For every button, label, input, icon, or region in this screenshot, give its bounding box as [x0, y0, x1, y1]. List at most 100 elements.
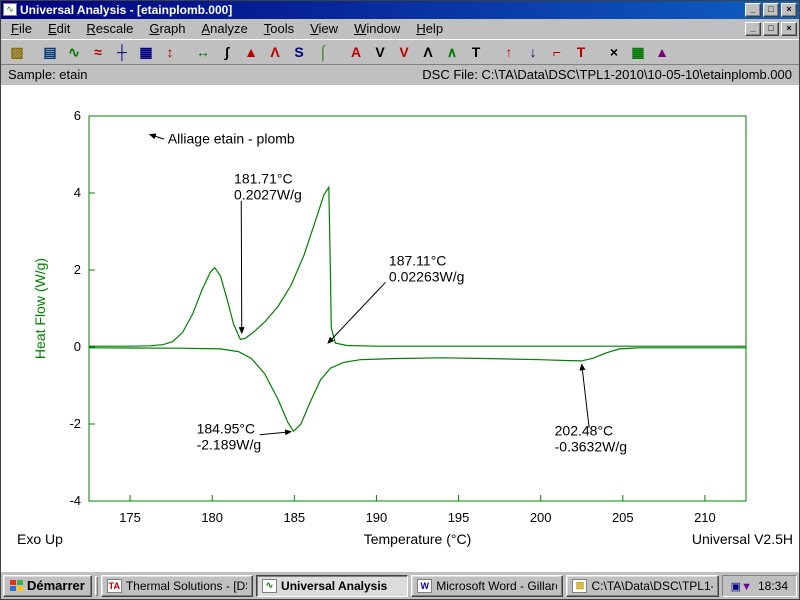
version-label: Universal V2.5H: [692, 531, 793, 547]
toolbar-signal-up-icon[interactable]: ↑: [497, 41, 521, 62]
x-tick-label: 205: [612, 510, 634, 525]
menu-item-view[interactable]: View: [302, 19, 346, 39]
menu-item-tools[interactable]: Tools: [256, 19, 302, 39]
toolbar-integrate-peak-icon[interactable]: ∫: [215, 41, 239, 62]
toolbar-overlay-curves-icon[interactable]: ∿: [62, 41, 86, 62]
rescale-full-icon: ┼: [117, 43, 127, 60]
overlay-curves-icon: ∿: [68, 43, 80, 60]
menu-item-window[interactable]: Window: [346, 19, 408, 39]
toolbar-signal-down-icon[interactable]: ↓: [521, 41, 545, 62]
tray-icons: ▣▼: [731, 579, 752, 593]
peak-green-icon: ∧: [446, 43, 458, 60]
annotation-text-2: 187.11°C: [389, 252, 447, 268]
toolbar-shift-y-icon[interactable]: ↕: [158, 41, 182, 62]
x-axis-title: Temperature (°C): [364, 531, 472, 547]
toolbar-auto-analyze-icon[interactable]: A: [344, 41, 368, 62]
peak-area-icon: ▲: [244, 43, 258, 60]
shift-x-icon: ↔: [196, 43, 210, 60]
annotation-text-3: -2.189W/g: [197, 436, 262, 452]
y-tick-label: 6: [74, 108, 81, 123]
x-tick-label: 185: [283, 510, 305, 525]
toolbar-shift-x-icon[interactable]: ↔: [191, 41, 215, 62]
toolbar-spectrum-icon[interactable]: ▲: [650, 41, 674, 62]
minimize-button[interactable]: _: [745, 2, 761, 17]
taskbar-task-folder-icon[interactable]: ▨ C:\TA\Data\DSC\TPL1-...: [566, 574, 719, 597]
taskbar-tasks: TAThermal Solutions - [DSC ...∿Universal…: [100, 574, 719, 597]
tray-downloader-icon[interactable]: ▼: [741, 581, 752, 593]
task-label: C:\TA\Data\DSC\TPL1-...: [591, 578, 713, 593]
annotation-arrow-3: [259, 429, 293, 436]
menu-item-rescale[interactable]: Rescale: [78, 19, 141, 39]
toolbar-valley-red-icon[interactable]: V: [392, 41, 416, 62]
annotation-text-2: 0.02263W/g: [389, 268, 465, 284]
menu-item-edit[interactable]: Edit: [40, 19, 78, 39]
toolbar-peak-max-icon[interactable]: Λ: [416, 41, 440, 62]
windows-logo-icon: [10, 580, 23, 592]
menu-bar: File Edit Rescale Graph Analyze Tools View Wind…: [1, 18, 799, 39]
menu-item-analyze[interactable]: Analyze: [194, 19, 256, 39]
toolbar-stack-curves-icon[interactable]: ≈: [86, 41, 110, 62]
dsc-curve-cooling: [88, 346, 746, 433]
taskbar-task-ta-instruments-icon[interactable]: TAThermal Solutions - [DSC ...: [100, 574, 254, 597]
title-bar: ∿ Universal Analysis - [etainplomb.000] …: [1, 1, 799, 19]
task-label: Universal Analysis: [281, 578, 388, 593]
toolbar-peak-green-icon[interactable]: ∧: [440, 41, 464, 62]
toolbar-rescale-full-icon[interactable]: ┼: [110, 41, 134, 62]
signal-up-icon: ↑: [505, 43, 513, 60]
taskbar-divider: [94, 575, 98, 596]
temperature-mark-icon: T: [576, 43, 586, 60]
taskbar-clock[interactable]: 18:34: [758, 579, 788, 593]
stack-curves-icon: ≈: [94, 43, 102, 60]
toolbar-tangent-icon[interactable]: ⌐: [545, 41, 569, 62]
window-title: Universal Analysis - [etainplomb.000]: [20, 2, 233, 17]
word-icon: W: [417, 578, 433, 593]
spectrum-icon: ▲: [655, 43, 669, 60]
y-axis-title: Heat Flow (W/g): [32, 258, 48, 359]
toolbar-temperature-mark-icon[interactable]: T: [569, 41, 593, 62]
toolbar-spreadsheet-icon[interactable]: ▦: [626, 41, 650, 62]
toolbar-valley-black-icon[interactable]: V: [368, 41, 392, 62]
toolbar: ▨ ▤ ∿ ≈ ┼ ▦ ↕ ↔ ∫ ▲ Λ S ⌠ A V V Λ ∧ T ↑ ↓ ⌐ T × ▦ ▲: [1, 38, 799, 65]
x-tick-label: 175: [119, 510, 141, 525]
y-tick-label: 0: [74, 339, 81, 354]
menu-item-file[interactable]: File: [3, 19, 40, 39]
taskbar-task-word-icon[interactable]: WMicrosoft Word - Gillard.d...: [411, 574, 564, 597]
y-tick-label: 4: [74, 185, 81, 200]
taskbar-task-universal-analysis-icon[interactable]: ∿ Universal Analysis: [256, 574, 409, 597]
annotation-arrow-2: [327, 281, 386, 344]
x-tick-label: 190: [366, 510, 388, 525]
restore-button[interactable]: □: [763, 2, 779, 17]
mdi-restore-button[interactable]: □: [763, 21, 779, 36]
mdi-close-button[interactable]: ×: [781, 21, 797, 36]
annotation-text-1: 181.71°C: [234, 170, 293, 186]
toolbar-glass-transition-icon[interactable]: ⌠: [311, 41, 335, 62]
start-button[interactable]: Démarrer: [3, 574, 92, 597]
menu-item-graph[interactable]: Graph: [141, 19, 193, 39]
mdi-minimize-button[interactable]: _: [745, 21, 761, 36]
toolbar-open-file-icon[interactable]: ▨: [5, 41, 29, 62]
toolbar-onset-point-icon[interactable]: Λ: [263, 41, 287, 62]
toolbar-peak-area-icon[interactable]: ▲: [239, 41, 263, 62]
toolbar-ts-step-icon[interactable]: T: [464, 41, 488, 62]
toolbar-data-table-icon[interactable]: ▦: [134, 41, 158, 62]
toolbar-delete-result-icon[interactable]: ×: [602, 41, 626, 62]
close-button[interactable]: ×: [781, 2, 797, 17]
peak-max-icon: Λ: [423, 43, 433, 60]
tray-display-icon[interactable]: ▣: [731, 581, 741, 593]
data-table-icon: ▦: [139, 43, 153, 60]
y-tick-label: -2: [69, 416, 81, 431]
menu-item-help[interactable]: Help: [408, 19, 451, 39]
x-tick-label: 180: [201, 510, 223, 525]
shift-y-icon: ↕: [166, 43, 174, 60]
annotation-text-4: 202.48°C: [555, 422, 614, 438]
toolbar-export-plot-icon[interactable]: ▤: [38, 41, 62, 62]
annotation-arrow-0: [148, 133, 165, 140]
toolbar-step-change-icon[interactable]: S: [287, 41, 311, 62]
mdi-window-controls: _ □ ×: [745, 21, 797, 36]
y-tick-label: 2: [74, 262, 81, 277]
dsc-chart: 175 180 185 190 195 200 205 210 -4 -2 0 2 4 6 Temperat…: [17, 108, 793, 547]
taskbar: Démarrer TAThermal Solutions - [DSC ...∿…: [1, 571, 799, 600]
step-change-icon: S: [294, 43, 304, 60]
annotation-text-4: -0.3632W/g: [555, 438, 627, 454]
x-tick-label: 210: [694, 510, 716, 525]
